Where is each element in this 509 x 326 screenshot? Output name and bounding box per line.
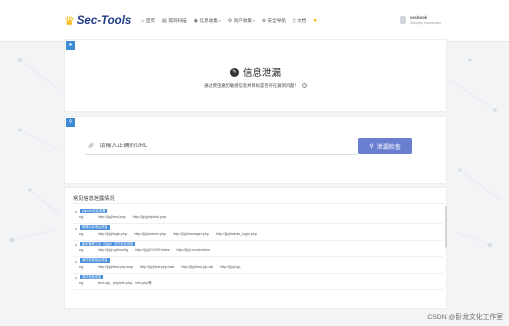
nav-item-label: 首页 (145, 17, 156, 23)
chevron-down-icon: ▾ (253, 18, 255, 23)
example-label: eg: (79, 264, 84, 269)
compass-icon: ⊕ (261, 17, 267, 24)
example-paths: http://[ip]/.git/config http://[ip]/CVS/E… (98, 248, 210, 252)
example-path: http://[ip]/test.php (98, 215, 126, 219)
leak-list: ● phpinfo信息泄漏 eg: http://[ip]/test.php http:… (73, 208, 443, 291)
page-title-text: 信息泄漏 (242, 68, 281, 79)
row-divider (73, 272, 443, 274)
pen-icon: ✎ (229, 67, 239, 77)
user-profile[interactable]: secbook Security researcher (400, 15, 441, 25)
nav-item-2[interactable]: ◉ 信息收集 ▾ (194, 18, 221, 24)
page-title: ✎ 信息泄漏 (65, 65, 446, 79)
home-icon: ⌂ (141, 17, 145, 24)
leak-type-badge: phpinfo信息泄漏 (80, 208, 108, 214)
nav-item-5[interactable]: ▯ 文档 (293, 18, 306, 24)
nav-item-4[interactable]: ⊕ 安全导航 (262, 18, 286, 24)
leak-type-badge: 版本管理工具（如git）文件信息泄露 (80, 241, 136, 247)
example-label: eg: (79, 231, 84, 236)
example-path: http://[ip]/.git/config (98, 248, 129, 252)
bullet-icon: ● (75, 226, 77, 231)
example-path: http://[ip]/admin.php (134, 231, 166, 236)
leak-type-badge: 测试页面泄露 (80, 274, 104, 280)
row-divider (73, 289, 443, 290)
avatar (400, 16, 406, 24)
nav-item-label: 安全导航 (267, 17, 286, 23)
bullet-icon: ● (75, 259, 77, 264)
example-label: eg: (79, 215, 84, 219)
example-label: eg: (79, 281, 84, 285)
example-path: http://[ip]/test.php.bak (139, 264, 175, 269)
example-path: http://[ip]/login.php (98, 231, 128, 236)
example-paths: test.cgi、phpinfo.php、info.php等 (98, 281, 152, 286)
nav-item-label: 文档 (297, 17, 307, 23)
nav-item-label: 漏洞扫描 (168, 17, 187, 23)
leak-type-badge: 管理后台地址泄露 (80, 225, 110, 230)
list-item: ● 版本管理工具（如git）文件信息泄露 eg: http://[ip]/.git/c… (73, 241, 443, 258)
common-leaks-panel: 常见信息泄露情况 ● phpinfo信息泄漏 eg: http://[ip]/test… (64, 187, 447, 309)
cog-icon: ⚙ (227, 17, 233, 24)
main-nav: ⌂ 首页 ▤ 漏洞扫描 ◉ 信息收集 ▾ ⚙ 资产收集 ▾ ⊕ 安全导航 ▯ 文档 ● (141, 18, 318, 24)
row-divider (73, 256, 443, 257)
warning-icon: ● (313, 17, 318, 24)
example-path: http://[ip]/test.jsp.old (181, 264, 214, 269)
scrollbar[interactable] (445, 206, 447, 248)
doc-icon: ▯ (292, 17, 296, 24)
list-item: ● phpinfo信息泄漏 eg: http://[ip]/test.php http:… (73, 208, 443, 225)
scan-input-panel: ⚲ 🔗︎ ⚲ 泄漏检查 (64, 116, 447, 184)
nav-item-6[interactable]: ● (313, 18, 318, 24)
nav-item-0[interactable]: ⌂ 首页 (141, 18, 155, 24)
bullet-icon: ● (75, 210, 77, 214)
example-path: test.cgi、phpinfo.php、info.php等 (98, 281, 152, 285)
search-icon: ⚲ (66, 118, 75, 127)
list-item: ● 测试页面泄露 eg: test.cgi、phpinfo.php、info.php等 (73, 274, 443, 291)
example-path: http://[ip]/phpinfo.php (132, 215, 167, 219)
example-path: http://[ip]/.svn/entries (176, 248, 210, 252)
crown-icon: ♛ (64, 13, 75, 28)
user-role: Security researcher (410, 21, 442, 25)
nav-item-label: 资产收集 (233, 17, 253, 23)
list-title: 常见信息泄露情况 (73, 196, 115, 202)
star-icon: ★ (66, 41, 75, 50)
page-subtitle: 通过爬虫遍历敏感信息并目标是否存在漏洞问题！ ? (65, 83, 446, 89)
example-path: http://[ip]/cgi- (220, 264, 241, 269)
nav-item-1[interactable]: ▤ 漏洞扫描 (162, 18, 187, 24)
magnifier-icon: ⚲ (369, 143, 374, 150)
list-item: ● 测试页面信息泄露 eg: http://[ip]/test.php.swp http… (73, 258, 443, 275)
leak-check-button[interactable]: ⚲ 泄漏检查 (358, 138, 412, 154)
leak-check-button-label: 泄漏检查 (376, 144, 401, 151)
example-path: http://[ip]/manager.php (172, 231, 209, 236)
leak-type-badge: 测试页面信息泄露 (80, 258, 110, 263)
url-input[interactable] (99, 143, 340, 149)
top-navbar: ♛ Sec-Tools ⌂ 首页 ▤ 漏洞扫描 ◉ 信息收集 ▾ ⚙ 资产收集 ▾ ⊕ 安全导航 ▯ 文档… (0, 0, 509, 42)
chevron-down-icon: ▾ (218, 18, 221, 23)
list-item: ● 管理后台地址泄露 eg: http://[ip]/login.php http://… (73, 225, 443, 242)
nav-item-3[interactable]: ⚙ 资产收集 ▾ (228, 18, 255, 24)
brand-name: Sec-Tools (76, 14, 132, 27)
divider (73, 203, 445, 204)
example-path: http://[ip]/CVS/Entries (135, 248, 170, 252)
example-paths: http://[ip]/test.php.swp http://[ip]/test… (98, 265, 241, 269)
scan-icon: ▤ (162, 17, 167, 24)
row-divider (73, 223, 443, 224)
row-divider (73, 239, 443, 241)
example-paths: http://[ip]/test.php http://[ip]/phpinfo.… (98, 215, 166, 219)
url-input-row: 🔗︎ (85, 138, 358, 155)
bullet-icon: ● (75, 243, 77, 247)
globe-icon: ◉ (193, 17, 199, 24)
watermark: CSDN @卧龙文化工作室 (427, 314, 503, 321)
example-path: http://[ip]/admin_login.php (215, 231, 257, 236)
user-name: secbook (410, 15, 427, 20)
example-paths: http://[ip]/login.php http://[ip]/admin.p… (98, 232, 257, 236)
page-subtitle-text: 通过爬虫遍历敏感信息并目标是否存在漏洞问题！ (204, 83, 299, 88)
info-leak-header-panel: ★ ✎ 信息泄漏 通过爬虫遍历敏感信息并目标是否存在漏洞问题！ ? (64, 39, 447, 112)
nav-item-label: 信息收集 (199, 17, 218, 23)
brand-logo[interactable]: ♛ Sec-Tools (64, 15, 131, 27)
example-label: eg: (79, 248, 84, 252)
example-path: http://[ip]/test.php.swp (98, 264, 133, 269)
bullet-icon: ● (75, 276, 77, 280)
link-icon: 🔗︎ (88, 143, 95, 149)
help-icon[interactable]: ? (301, 83, 307, 88)
